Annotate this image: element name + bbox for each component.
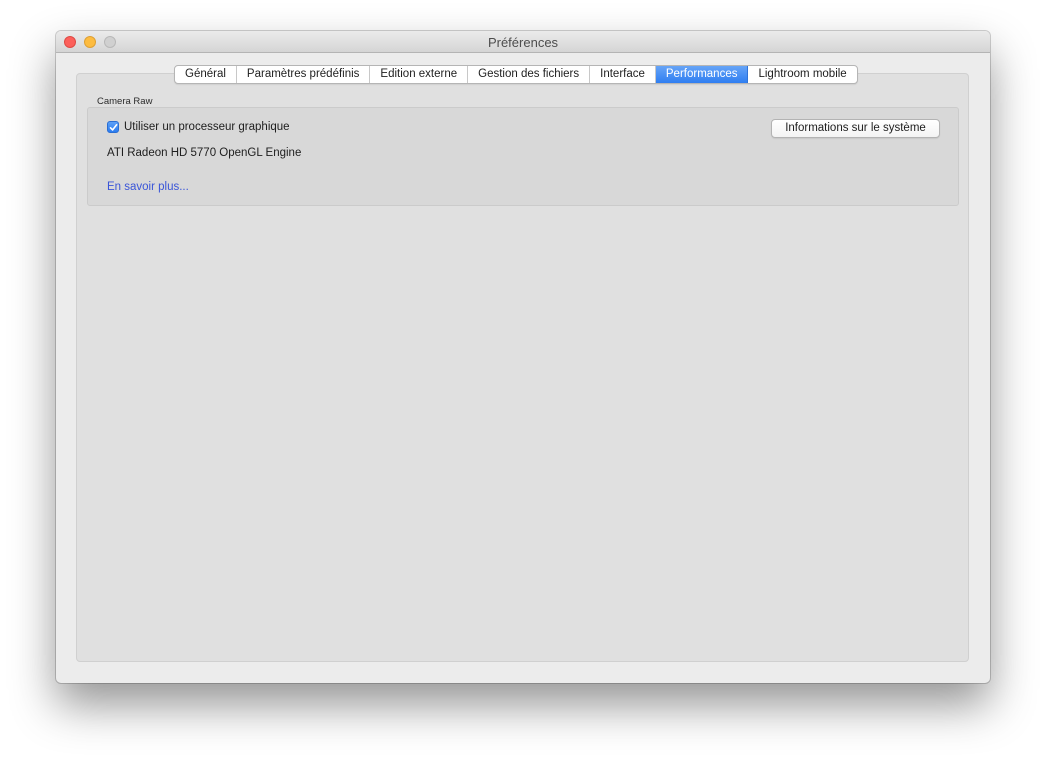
tab-performance[interactable]: Performances bbox=[655, 66, 749, 83]
use-gpu-option[interactable]: Utiliser un processeur graphique bbox=[107, 121, 290, 133]
preferences-window: Préférences Général Paramètres prédéfini… bbox=[56, 31, 990, 683]
preferences-tabbar: Général Paramètres prédéfinis Edition ex… bbox=[174, 65, 858, 84]
camera-raw-group: Utiliser un processeur graphique ATI Rad… bbox=[87, 107, 959, 206]
tab-external-editing[interactable]: Edition externe bbox=[370, 66, 469, 83]
use-gpu-checkbox[interactable] bbox=[107, 121, 119, 133]
gpu-name-text: ATI Radeon HD 5770 OpenGL Engine bbox=[107, 147, 302, 159]
use-gpu-label[interactable]: Utiliser un processeur graphique bbox=[124, 121, 290, 133]
tab-interface[interactable]: Interface bbox=[590, 66, 656, 83]
system-info-button[interactable]: Informations sur le système bbox=[771, 119, 940, 138]
camera-raw-group-label: Camera Raw bbox=[97, 96, 153, 107]
title-bar[interactable]: Préférences bbox=[56, 31, 990, 53]
tab-general[interactable]: Général bbox=[175, 66, 237, 83]
tab-file-handling[interactable]: Gestion des fichiers bbox=[468, 66, 591, 83]
window-title: Préférences bbox=[487, 35, 559, 50]
checkmark-icon bbox=[109, 123, 117, 131]
tab-lightroom-mobile[interactable]: Lightroom mobile bbox=[748, 66, 856, 83]
learn-more-link[interactable]: En savoir plus... bbox=[107, 181, 189, 193]
tab-presets[interactable]: Paramètres prédéfinis bbox=[237, 66, 371, 83]
